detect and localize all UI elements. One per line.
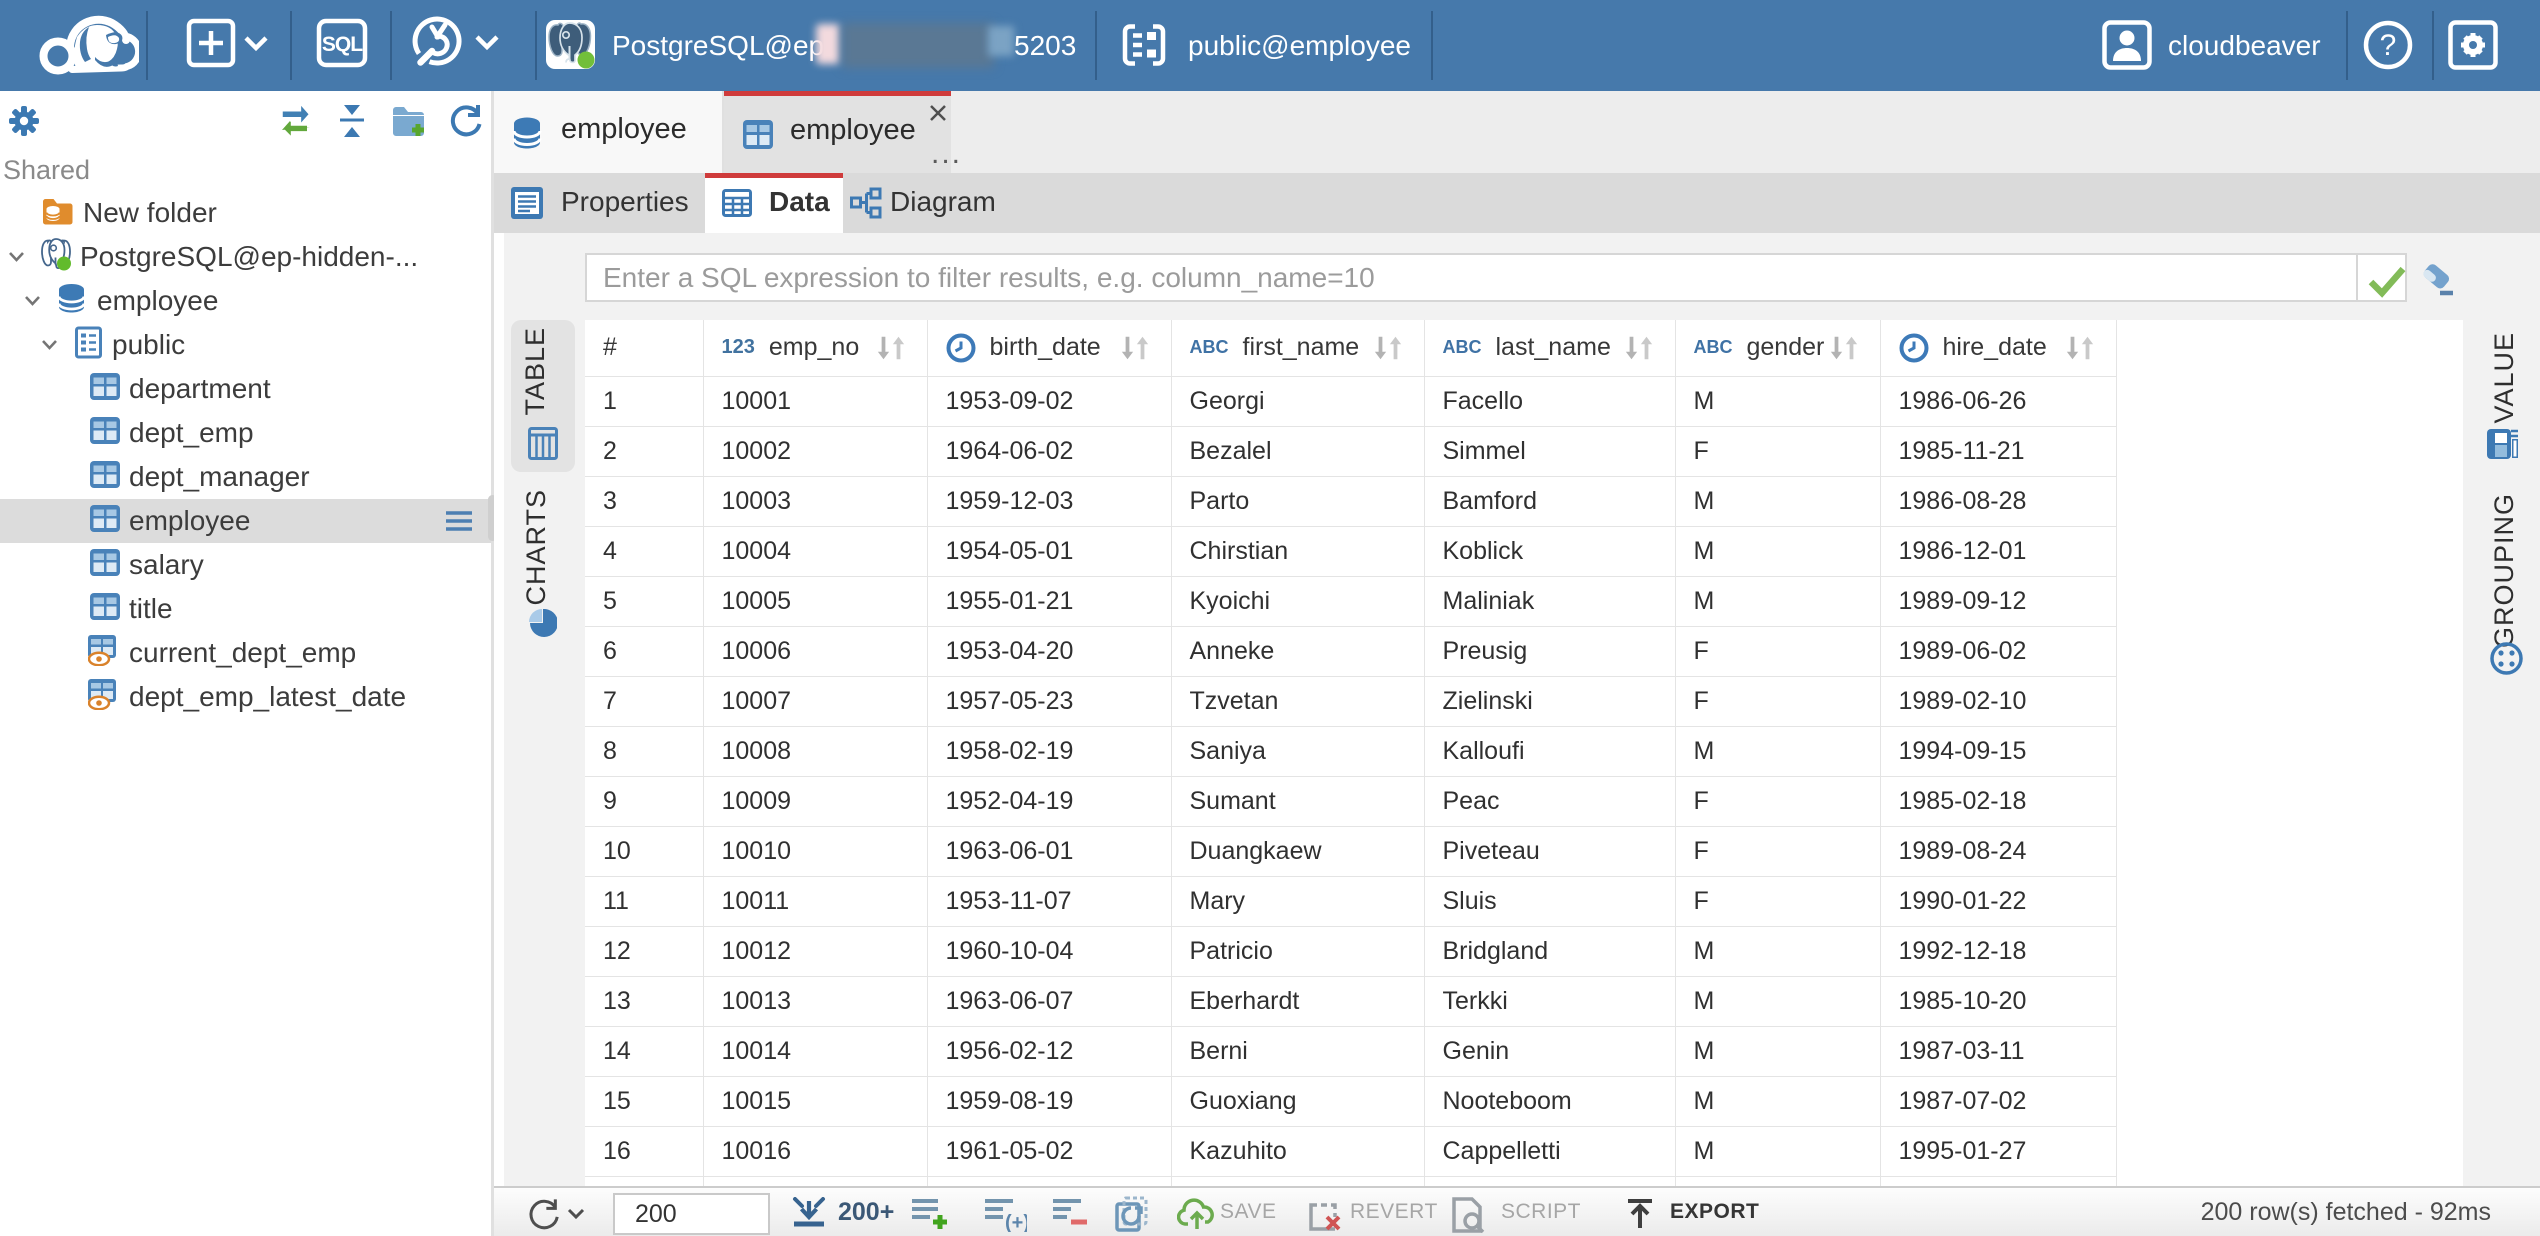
svg-text:(+): (+) bbox=[1005, 1212, 1027, 1232]
svg-text:?: ? bbox=[2380, 29, 2397, 62]
svg-text:SQL: SQL bbox=[322, 33, 363, 56]
